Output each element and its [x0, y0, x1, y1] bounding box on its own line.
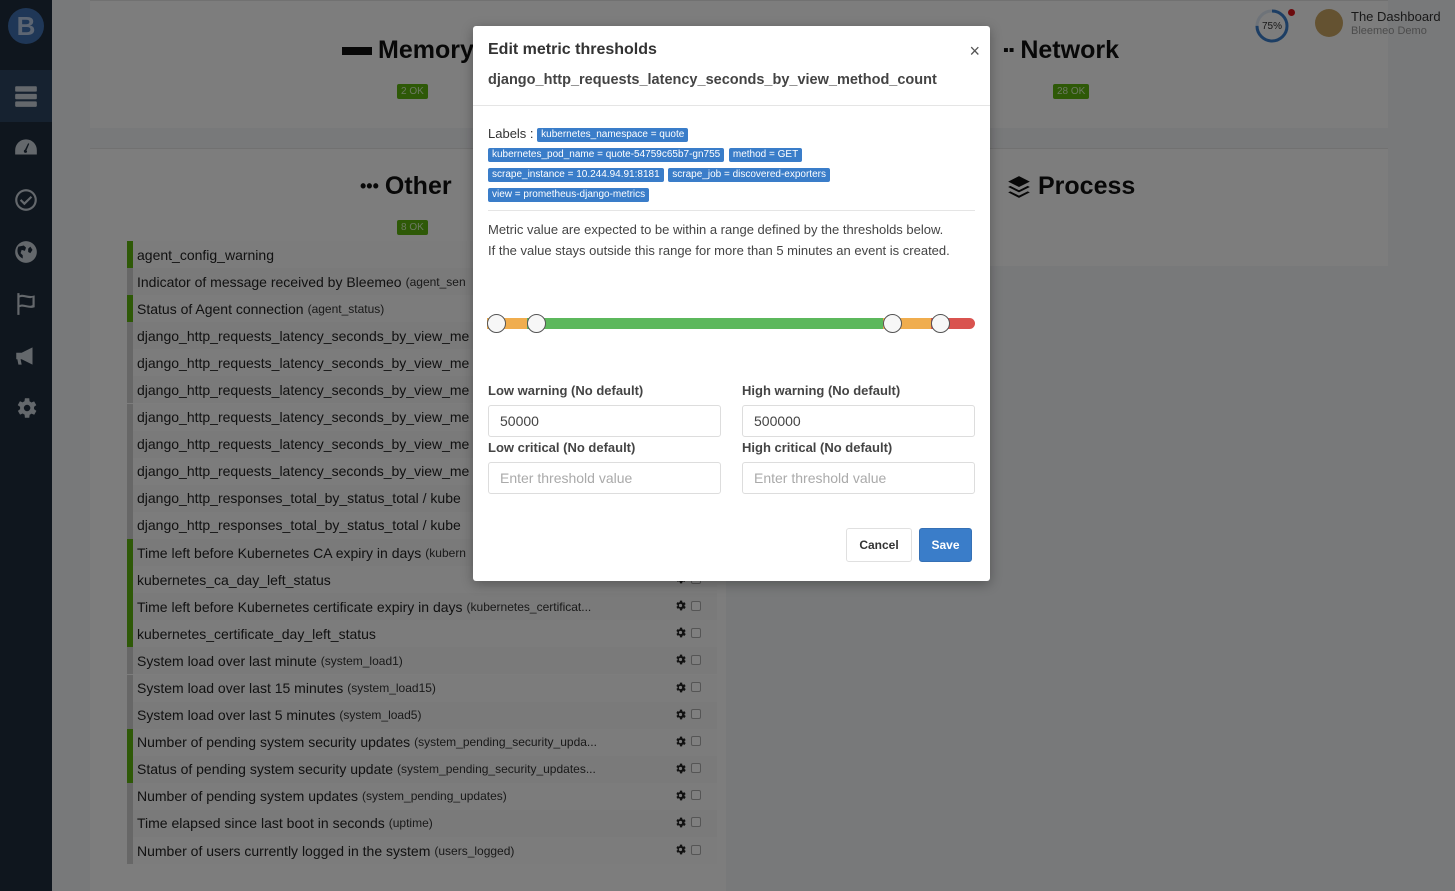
- label-tag: scrape_instance = 10.244.94.91:8181: [488, 167, 664, 182]
- slider-handle[interactable]: [527, 314, 547, 333]
- modal-header: Edit metric thresholds django_http_reque…: [473, 26, 990, 106]
- slider-handle[interactable]: [883, 314, 903, 333]
- close-icon[interactable]: ×: [969, 42, 980, 60]
- low-warning-input[interactable]: [488, 405, 721, 437]
- labels-list: Labels : kubernetes_namespace = quote ku…: [488, 124, 978, 204]
- label-tag: kubernetes_pod_name = quote-54759c65b7-g…: [488, 147, 725, 162]
- high-critical-input[interactable]: [742, 462, 975, 494]
- edit-thresholds-modal: Edit metric thresholds django_http_reque…: [473, 26, 990, 581]
- metric-name: django_http_requests_latency_seconds_by_…: [488, 72, 937, 88]
- high-warning-input[interactable]: [742, 405, 975, 437]
- modal-title: Edit metric thresholds: [488, 41, 657, 58]
- low-critical-input[interactable]: [488, 462, 721, 494]
- low-critical-label: Low critical (No default): [488, 440, 636, 455]
- labels-caption: Labels :: [488, 126, 534, 141]
- slider-segment-ok: [527, 318, 884, 329]
- label-tag: kubernetes_namespace = quote: [537, 127, 689, 142]
- threshold-description: Metric value are expected to be within a…: [488, 222, 950, 258]
- high-critical-label: High critical (No default): [742, 440, 893, 455]
- label-tag: view = prometheus-django-metrics: [488, 187, 650, 202]
- label-tag: method = GET: [728, 147, 803, 162]
- slider-handle[interactable]: [931, 314, 951, 333]
- low-warning-label: Low warning (No default): [488, 383, 644, 398]
- threshold-range-slider[interactable]: [487, 314, 975, 333]
- label-tag: scrape_job = discovered-exporters: [668, 167, 830, 182]
- high-warning-label: High warning (No default): [742, 383, 901, 398]
- slider-handle[interactable]: [487, 314, 506, 333]
- save-button[interactable]: Save: [919, 528, 972, 562]
- cancel-button[interactable]: Cancel: [846, 528, 912, 562]
- divider: [488, 210, 975, 211]
